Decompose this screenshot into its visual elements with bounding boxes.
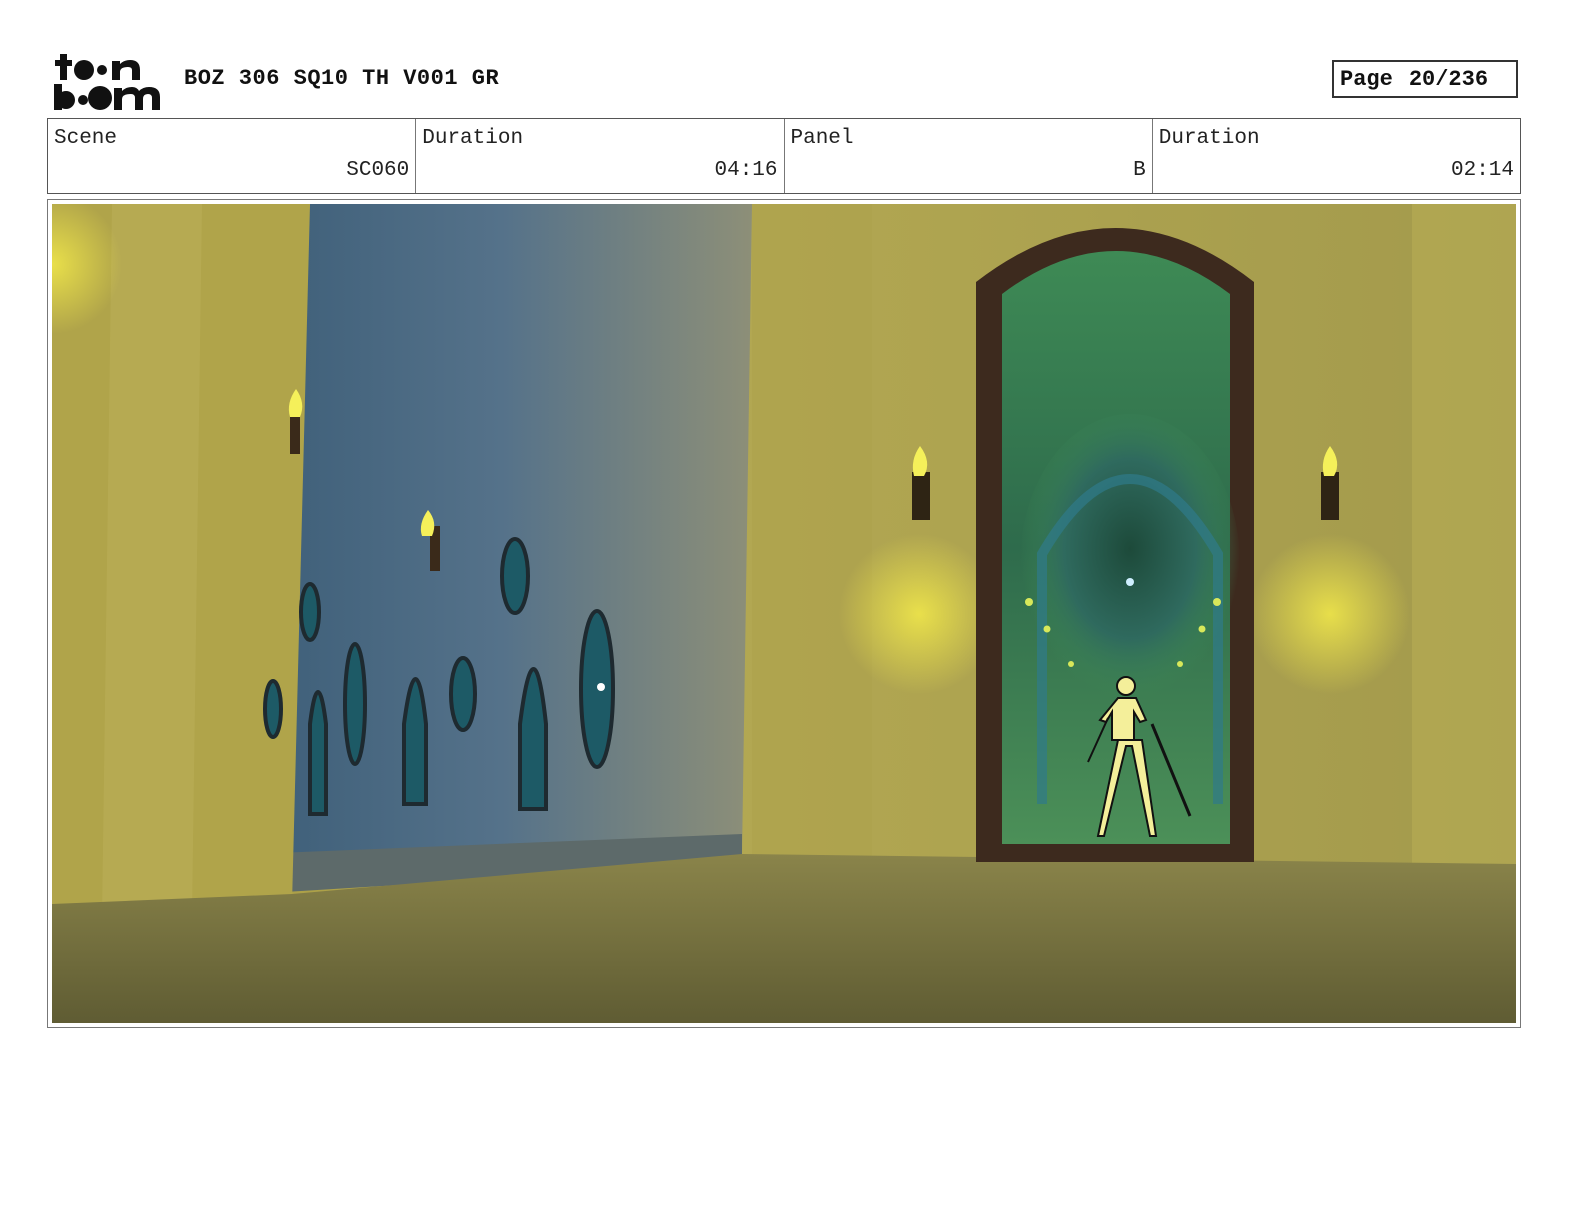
scene-duration-value: 04:16: [714, 159, 778, 182]
scene-cell: Scene SC060: [48, 119, 417, 193]
scene-duration-cell: Duration 04:16: [416, 119, 785, 193]
scene-info-table: Scene SC060 Duration 04:16 Panel B Durat…: [47, 118, 1521, 194]
panel-label: Panel: [790, 127, 854, 150]
panel-value: B: [1133, 159, 1146, 182]
wall-torch-right: [1321, 472, 1339, 520]
document-title: BOZ 306 SQ10 TH V001 GR: [184, 66, 500, 91]
panel-duration-label: Duration: [1158, 127, 1260, 150]
panel-cell: Panel B: [785, 119, 1153, 193]
wall-torch-left: [912, 472, 930, 520]
scene-value: SC060: [346, 159, 410, 182]
page-label: Page: [1340, 66, 1393, 92]
page-indicator: Page 20/236: [1332, 60, 1518, 98]
panel-duration-cell: Duration 02:14: [1153, 119, 1520, 193]
scene-duration-label: Duration: [422, 127, 524, 150]
toon-boom-logo: [52, 50, 164, 112]
scene-label: Scene: [54, 127, 118, 150]
storyboard-panel-frame: [47, 199, 1521, 1028]
panel-duration-value: 02:14: [1450, 159, 1514, 182]
page-number: 20/236: [1408, 66, 1489, 92]
storyboard-panel-image: [52, 204, 1516, 1023]
